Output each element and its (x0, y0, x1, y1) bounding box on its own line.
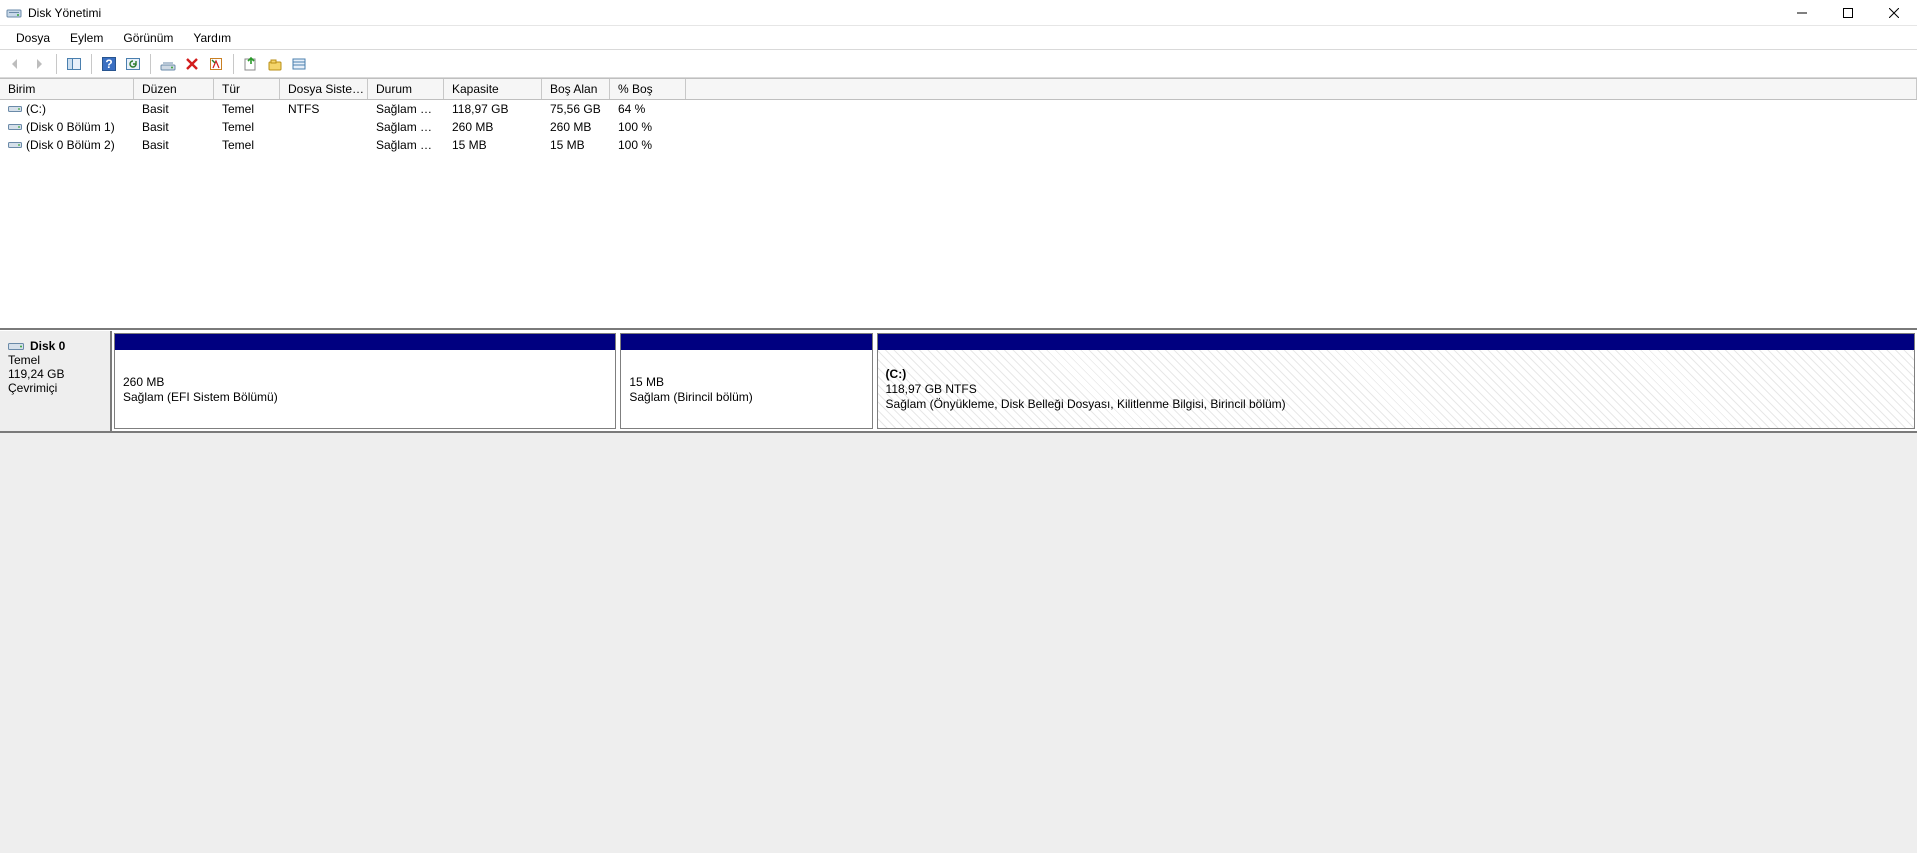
col-bosalan[interactable]: Boş Alan (542, 79, 610, 99)
volume-name: (C:) (26, 102, 46, 116)
volume-freepct: 64 % (610, 102, 686, 116)
partition-size: 260 MB (123, 375, 607, 389)
volume-fs: NTFS (280, 102, 368, 116)
menu-bar: Dosya Eylem Görünüm Yardım (0, 26, 1917, 50)
volume-status: Sağlam (Bi… (368, 138, 444, 152)
minimize-button[interactable] (1779, 0, 1825, 26)
help-button[interactable]: ? (98, 53, 120, 75)
drive-icon (8, 104, 22, 114)
volume-free: 15 MB (542, 138, 610, 152)
back-button[interactable] (4, 53, 26, 75)
col-rest (686, 79, 1917, 99)
volume-status: Sağlam (E… (368, 120, 444, 134)
volume-capacity: 15 MB (444, 138, 542, 152)
menu-help[interactable]: Yardım (183, 28, 241, 48)
volume-free: 75,56 GB (542, 102, 610, 116)
disk-map-area: Disk 0 Temel 119,24 GB Çevrimiçi 260 MB … (0, 330, 1917, 853)
delete-button[interactable] (181, 53, 203, 75)
menu-file[interactable]: Dosya (6, 28, 60, 48)
disk-type: Temel (8, 353, 102, 367)
partition[interactable]: 260 MB Sağlam (EFI Sistem Bölümü) (114, 333, 616, 429)
partition-status: Sağlam (Birincil bölüm) (629, 390, 863, 404)
col-durum[interactable]: Durum (368, 79, 444, 99)
properties-button[interactable] (205, 53, 227, 75)
disk-name: Disk 0 (30, 339, 65, 353)
volume-name: (Disk 0 Bölüm 1) (26, 120, 115, 134)
forward-button[interactable] (28, 53, 50, 75)
volume-row[interactable]: (Disk 0 Bölüm 1) Basit Temel Sağlam (E… … (0, 118, 1917, 136)
window-title: Disk Yönetimi (28, 6, 101, 20)
partition-stripe (115, 334, 615, 350)
volume-freepct: 100 % (610, 138, 686, 152)
col-bos[interactable]: % Boş (610, 79, 686, 99)
drive-icon (8, 140, 22, 150)
volume-layout: Basit (134, 102, 214, 116)
change-drive-letter-button[interactable] (240, 53, 262, 75)
col-birim[interactable]: Birim (0, 79, 134, 99)
volume-name: (Disk 0 Bölüm 2) (26, 138, 115, 152)
disk-row: Disk 0 Temel 119,24 GB Çevrimiçi 260 MB … (0, 331, 1917, 433)
volume-status: Sağlam (Ö… (368, 102, 444, 116)
menu-view[interactable]: Görünüm (113, 28, 183, 48)
toolbar-separator (56, 54, 57, 74)
toolbar-separator (233, 54, 234, 74)
volume-capacity: 118,97 GB (444, 102, 542, 116)
drive-icon (8, 122, 22, 132)
volume-free: 260 MB (542, 120, 610, 134)
disk-status: Çevrimiçi (8, 381, 102, 395)
volume-layout: Basit (134, 138, 214, 152)
show-hide-console-tree-button[interactable] (63, 53, 85, 75)
app-icon (6, 5, 22, 21)
list-view-button[interactable] (288, 53, 310, 75)
volume-type: Temel (214, 138, 280, 152)
volume-row[interactable]: (C:) Basit Temel NTFS Sağlam (Ö… 118,97 … (0, 100, 1917, 118)
close-button[interactable] (1871, 0, 1917, 26)
toolbar-separator (91, 54, 92, 74)
disk-icon (8, 340, 24, 352)
col-dosya[interactable]: Dosya Siste… (280, 79, 368, 99)
disk-partitions: 260 MB Sağlam (EFI Sistem Bölümü) 15 MB … (112, 331, 1917, 431)
title-bar: Disk Yönetimi (0, 0, 1917, 26)
partition[interactable]: (C:) 118,97 GB NTFS Sağlam (Önyükleme, D… (877, 333, 1915, 429)
volume-layout: Basit (134, 120, 214, 134)
disk-label[interactable]: Disk 0 Temel 119,24 GB Çevrimiçi (0, 331, 112, 431)
partition-status: Sağlam (Önyükleme, Disk Belleği Dosyası,… (886, 397, 1906, 411)
partition-status: Sağlam (EFI Sistem Bölümü) (123, 390, 607, 404)
maximize-button[interactable] (1825, 0, 1871, 26)
rescan-disks-button[interactable] (157, 53, 179, 75)
volume-type: Temel (214, 102, 280, 116)
col-kapasite[interactable]: Kapasite (444, 79, 542, 99)
partition-size: 118,97 GB NTFS (886, 382, 1906, 396)
disk-size: 119,24 GB (8, 367, 102, 381)
menu-action[interactable]: Eylem (60, 28, 113, 48)
volume-freepct: 100 % (610, 120, 686, 134)
svg-text:?: ? (105, 57, 112, 71)
partition-stripe (878, 334, 1914, 350)
col-duzen[interactable]: Düzen (134, 79, 214, 99)
col-tur[interactable]: Tür (214, 79, 280, 99)
partition-size: 15 MB (629, 375, 863, 389)
volume-list[interactable]: (C:) Basit Temel NTFS Sağlam (Ö… 118,97 … (0, 100, 1917, 330)
volume-capacity: 260 MB (444, 120, 542, 134)
volume-list-header: Birim Düzen Tür Dosya Siste… Durum Kapas… (0, 78, 1917, 100)
volume-row[interactable]: (Disk 0 Bölüm 2) Basit Temel Sağlam (Bi…… (0, 136, 1917, 154)
mount-button[interactable] (264, 53, 286, 75)
partition-stripe (621, 334, 871, 350)
partition[interactable]: 15 MB Sağlam (Birincil bölüm) (620, 333, 872, 429)
toolbar: ? (0, 50, 1917, 78)
partition-label: (C:) (886, 367, 1906, 381)
refresh-button[interactable] (122, 53, 144, 75)
toolbar-separator (150, 54, 151, 74)
volume-type: Temel (214, 120, 280, 134)
